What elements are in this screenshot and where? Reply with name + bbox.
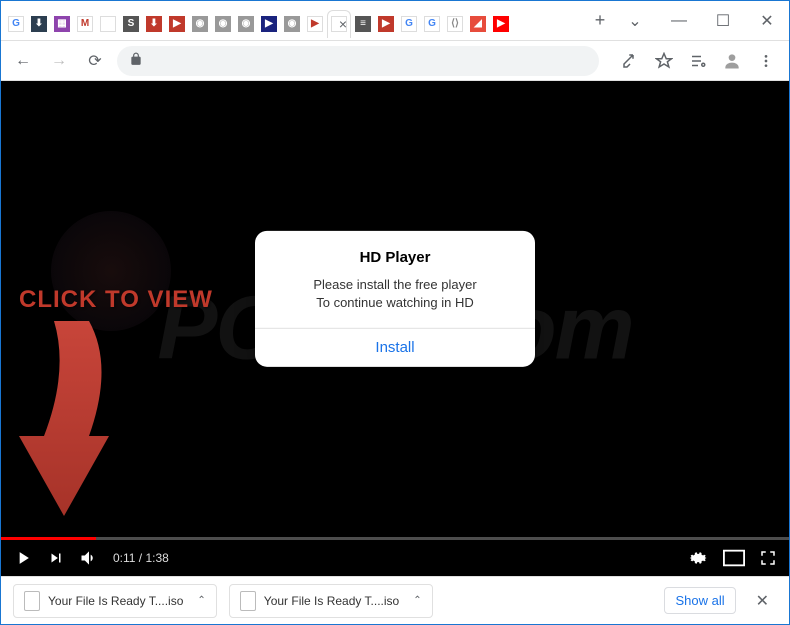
browser-tab[interactable]: ⟨⟩: [444, 10, 466, 38]
maximize-button[interactable]: ☐: [701, 5, 745, 37]
favicon: G: [401, 16, 417, 32]
popup-line2: To continue watching in HD: [316, 295, 474, 310]
popup-title: HD Player: [275, 249, 515, 266]
download-filename: Your File Is Ready T....iso: [48, 594, 183, 608]
settings-icon[interactable]: [689, 548, 709, 568]
favicon: ◉: [284, 16, 300, 32]
favicon: ◉: [215, 16, 231, 32]
browser-tab[interactable]: ▦: [51, 10, 73, 38]
favicon: M: [77, 16, 93, 32]
favicon: ◢: [470, 16, 486, 32]
downloads-bar: Your File Is Ready T....iso⌃Your File Is…: [1, 576, 789, 624]
video-controls: 0:11 / 1:38: [1, 540, 789, 576]
browser-tab[interactable]: ▶: [375, 10, 397, 38]
browser-tab[interactable]: ◉: [189, 10, 211, 38]
popup-line1: Please install the free player: [313, 277, 476, 292]
browser-tab[interactable]: ◢: [467, 10, 489, 38]
close-window-button[interactable]: ✕: [745, 5, 789, 37]
favicon: [100, 16, 116, 32]
favicon: ▦: [54, 16, 70, 32]
install-button[interactable]: Install: [375, 339, 414, 356]
next-button[interactable]: [47, 549, 65, 567]
browser-tab[interactable]: ◉: [235, 10, 257, 38]
close-downloads-bar-button[interactable]: ✕: [748, 587, 777, 615]
browser-tab[interactable]: [327, 10, 351, 38]
favicon: ⬇: [31, 16, 47, 32]
play-button[interactable]: [13, 548, 33, 568]
favicon: ▶: [307, 16, 323, 32]
browser-tab[interactable]: ⬇: [28, 10, 50, 38]
browser-tab[interactable]: G: [398, 10, 420, 38]
back-button[interactable]: ←: [9, 47, 37, 75]
browser-tab[interactable]: ▶: [166, 10, 188, 38]
lock-icon: [129, 52, 143, 69]
tab-dropdown-button[interactable]: ⌄: [613, 5, 657, 37]
tabstrip: G⬇▦MS⬇▶◉◉◉▶◉▶≡▶GG⟨⟩◢▶: [1, 4, 587, 38]
chevron-up-icon[interactable]: ⌃: [413, 595, 421, 606]
download-item[interactable]: Your File Is Ready T....iso ⌃: [229, 584, 433, 618]
browser-tab[interactable]: M: [74, 10, 96, 38]
browser-tab[interactable]: ≡: [352, 10, 374, 38]
favicon: S: [123, 16, 139, 32]
minimize-button[interactable]: —: [657, 5, 701, 37]
share-icon[interactable]: [615, 46, 645, 76]
reading-list-icon[interactable]: [683, 46, 713, 76]
favicon: G: [424, 16, 440, 32]
theater-mode-icon[interactable]: [723, 549, 745, 567]
current-time: 0:11: [113, 551, 135, 565]
chevron-up-icon[interactable]: ⌃: [197, 595, 205, 606]
browser-tab[interactable]: S: [120, 10, 142, 38]
toolbar-actions: [615, 46, 781, 76]
favicon: ▶: [493, 16, 509, 32]
profile-icon[interactable]: [717, 46, 747, 76]
reload-button[interactable]: ⟳: [81, 47, 109, 75]
favicon: ◉: [192, 16, 208, 32]
volume-button[interactable]: [79, 548, 99, 568]
popup-footer: Install: [255, 328, 535, 367]
total-time: 1:38: [145, 551, 168, 565]
click-to-view-label: CLICK TO VIEW: [19, 286, 213, 314]
file-icon: [240, 591, 256, 611]
toolbar: ← → ⟳: [1, 41, 789, 81]
install-popup: HD Player Please install the free player…: [255, 231, 535, 367]
bookmark-icon[interactable]: [649, 46, 679, 76]
favicon: ⬇: [146, 16, 162, 32]
time-separator: /: [135, 551, 145, 565]
favicon: [331, 16, 347, 32]
favicon: ◉: [238, 16, 254, 32]
file-icon: [24, 591, 40, 611]
titlebar: G⬇▦MS⬇▶◉◉◉▶◉▶≡▶GG⟨⟩◢▶ + ⌄ — ☐ ✕: [1, 1, 789, 41]
arrow-icon: [19, 316, 129, 526]
menu-icon[interactable]: [751, 46, 781, 76]
new-tab-button[interactable]: +: [587, 8, 613, 34]
favicon: G: [8, 16, 24, 32]
browser-tab[interactable]: ▶: [258, 10, 280, 38]
favicon: ⟨⟩: [447, 16, 463, 32]
fullscreen-icon[interactable]: [759, 549, 777, 567]
popup-message: Please install the free player To contin…: [275, 276, 515, 312]
browser-tab[interactable]: G: [5, 10, 27, 38]
browser-tab[interactable]: ◉: [281, 10, 303, 38]
favicon: ≡: [355, 16, 371, 32]
video-time: 0:11 / 1:38: [113, 551, 169, 565]
favicon: ▶: [378, 16, 394, 32]
download-filename: Your File Is Ready T....iso: [264, 594, 399, 608]
popup-body: HD Player Please install the free player…: [255, 231, 535, 328]
forward-button[interactable]: →: [45, 47, 73, 75]
browser-tab[interactable]: ▶: [490, 10, 512, 38]
browser-tab[interactable]: [97, 10, 119, 38]
favicon: ▶: [261, 16, 277, 32]
window-controls: ⌄ — ☐ ✕: [613, 5, 789, 37]
browser-tab[interactable]: ◉: [212, 10, 234, 38]
browser-tab[interactable]: ▶: [304, 10, 326, 38]
download-item[interactable]: Your File Is Ready T....iso ⌃: [13, 584, 217, 618]
address-bar[interactable]: [117, 46, 599, 76]
show-all-downloads-button[interactable]: Show all: [664, 587, 735, 614]
browser-tab[interactable]: ⬇: [143, 10, 165, 38]
page-content: PCrisk.com CLICK TO VIEW HD Player Pleas…: [1, 81, 789, 576]
favicon: ▶: [169, 16, 185, 32]
browser-tab[interactable]: G: [421, 10, 443, 38]
